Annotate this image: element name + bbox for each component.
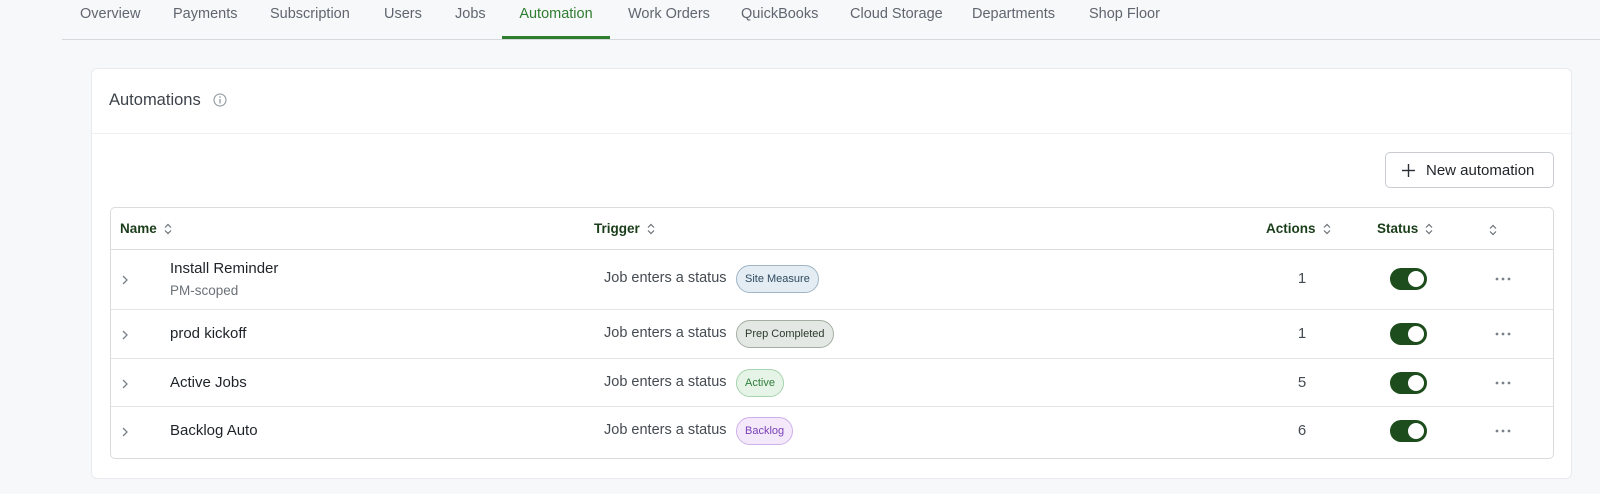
sort-icon <box>1489 224 1497 236</box>
automation-name: Install Reminder <box>170 260 279 277</box>
column-name-label: Name <box>120 221 157 236</box>
tab-automation[interactable]: Automation <box>502 0 610 39</box>
column-actions-label: Actions <box>1266 221 1316 236</box>
actions-count: 5 <box>1297 374 1307 391</box>
tab-subscription[interactable]: Subscription <box>270 0 350 39</box>
trigger-text: Job enters a status <box>604 270 727 286</box>
status-badge: Site Measure <box>736 265 819 293</box>
chevron-right-icon[interactable] <box>121 426 129 438</box>
toggle-knob <box>1408 271 1424 287</box>
status-toggle[interactable] <box>1390 323 1427 345</box>
sort-icon <box>164 223 172 235</box>
chevron-right-icon[interactable] <box>121 378 129 390</box>
trigger-text: Job enters a status <box>604 422 727 438</box>
sort-icon <box>647 223 655 235</box>
status-badge: Active <box>736 369 784 397</box>
tab-users[interactable]: Users <box>384 0 422 39</box>
tab-work-orders[interactable]: Work Orders <box>628 0 710 39</box>
more-icon[interactable] <box>1495 277 1511 281</box>
automations-card: Automations New automation Name Trigger … <box>91 68 1572 479</box>
actions-count: 6 <box>1297 422 1307 439</box>
toggle-knob <box>1408 326 1424 342</box>
status-badge: Backlog <box>736 417 794 445</box>
info-icon[interactable] <box>213 93 227 107</box>
column-header-trigger[interactable]: Trigger <box>594 221 656 236</box>
automation-name: Backlog Auto <box>170 422 258 439</box>
more-icon[interactable] <box>1495 381 1511 385</box>
tab-payments[interactable]: Payments <box>173 0 237 39</box>
new-automation-button[interactable]: New automation <box>1385 152 1554 188</box>
trigger-text: Job enters a status <box>604 325 727 341</box>
trigger-text: Job enters a status <box>604 374 727 390</box>
automations-table: Name Trigger Actions Status Install Remi… <box>110 207 1554 459</box>
actions-count: 1 <box>1297 325 1307 342</box>
actions-count: 1 <box>1297 270 1307 287</box>
column-header-actions[interactable]: Actions <box>1266 221 1332 236</box>
tab-jobs[interactable]: Jobs <box>455 0 486 39</box>
table-header: Name Trigger Actions Status <box>111 208 1553 250</box>
table-row[interactable]: prod kickoff Job enters a status Prep Co… <box>111 310 1553 359</box>
toggle-knob <box>1408 423 1424 439</box>
tab-overview[interactable]: Overview <box>80 0 140 39</box>
table-row[interactable]: Backlog Auto Job enters a status Backlog… <box>111 407 1553 456</box>
chevron-right-icon[interactable] <box>121 274 129 286</box>
column-header-status[interactable]: Status <box>1377 221 1434 236</box>
tab-departments[interactable]: Departments <box>972 0 1055 39</box>
status-toggle[interactable] <box>1390 268 1427 290</box>
status-badge: Prep Completed <box>736 320 834 348</box>
table-row[interactable]: Active Jobs Job enters a status Active 5 <box>111 359 1553 407</box>
chevron-right-icon[interactable] <box>121 329 129 341</box>
automation-name: Active Jobs <box>170 374 247 391</box>
table-row[interactable]: Install Reminder PM-scoped Job enters a … <box>111 250 1553 310</box>
column-header-menu[interactable] <box>1488 221 1498 239</box>
sort-icon <box>1323 223 1330 235</box>
more-icon[interactable] <box>1495 332 1511 336</box>
tab-cloud-storage[interactable]: Cloud Storage <box>850 0 943 39</box>
column-header-name[interactable]: Name <box>120 221 173 236</box>
plus-icon <box>1402 164 1415 177</box>
more-icon[interactable] <box>1495 429 1511 433</box>
column-status-label: Status <box>1377 221 1419 236</box>
automation-subtitle: PM-scoped <box>170 283 239 298</box>
toggle-knob <box>1408 375 1424 391</box>
sort-icon <box>1425 223 1433 235</box>
tab-quickbooks[interactable]: QuickBooks <box>741 0 818 39</box>
card-header: Automations <box>92 69 1571 134</box>
status-toggle[interactable] <box>1390 372 1427 394</box>
status-toggle[interactable] <box>1390 420 1427 442</box>
settings-tabs: Overview Payments Subscription Users Job… <box>62 0 1600 40</box>
column-trigger-label: Trigger <box>594 221 640 236</box>
card-title: Automations <box>109 91 201 109</box>
automation-name: prod kickoff <box>170 325 247 342</box>
new-automation-label: New automation <box>1426 162 1535 179</box>
tab-shop-floor[interactable]: Shop Floor <box>1089 0 1160 39</box>
